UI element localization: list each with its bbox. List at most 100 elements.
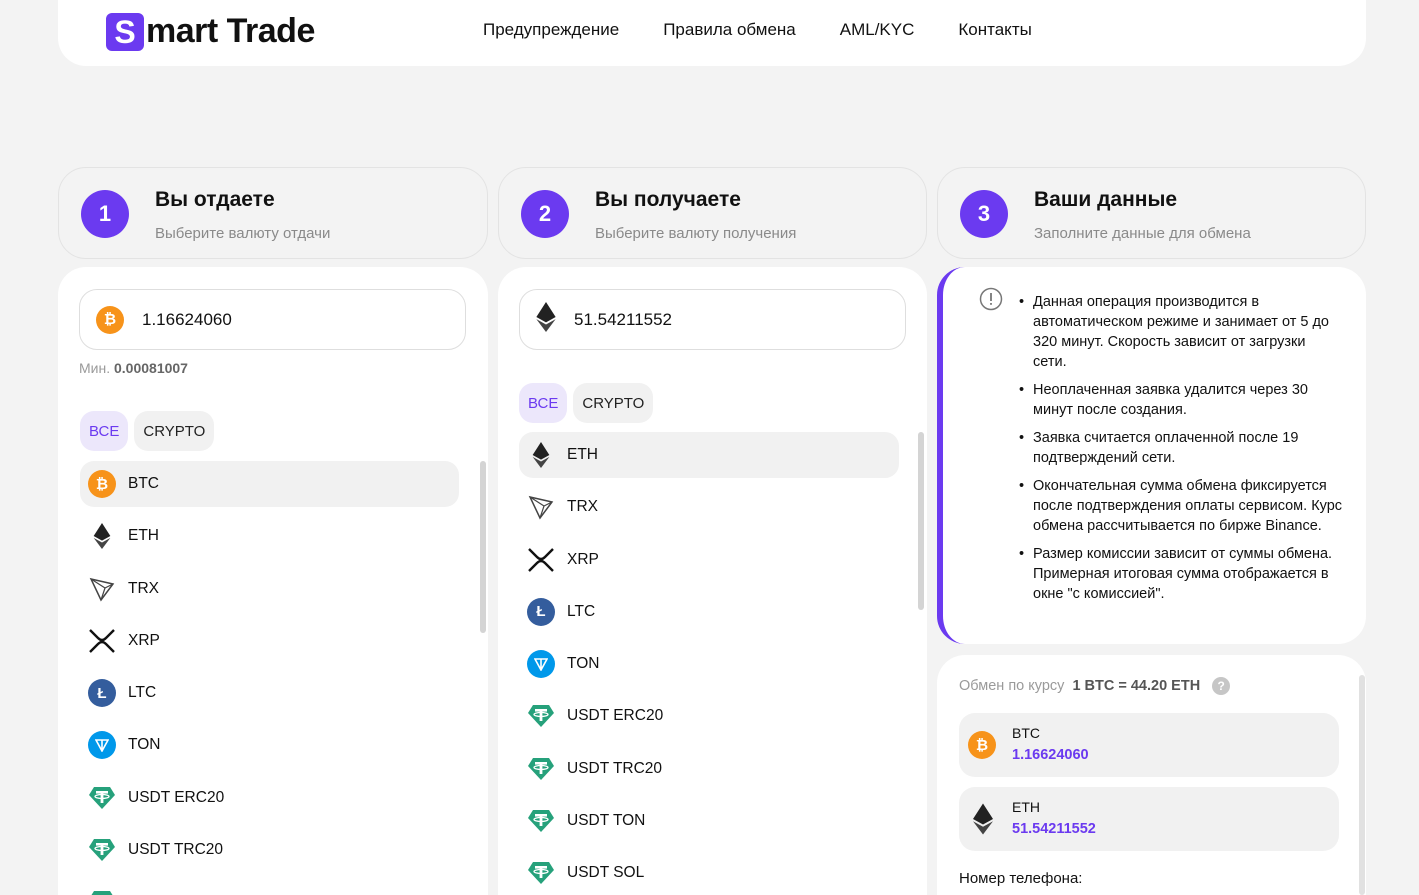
currency-label: USDT TRC20 [128,841,224,859]
summary-get: ETH 51.54211552 [959,787,1339,851]
exchange-summary: Обмен по курсу 1 BTC = 44.20 ETH ? ₿ BTC… [937,655,1366,895]
currency-label: TON [128,736,161,754]
min-amount: Мин. 0.00081007 [79,360,188,376]
step-subtitle: Выберите валюту получения [595,225,797,242]
currency-item-ltc[interactable]: Ł LTC [519,589,899,635]
step-title: Вы получаете [595,188,741,211]
currency-item-eth[interactable]: ETH [519,432,899,478]
rate-label: Обмен по курсу [959,678,1065,694]
ton-icon [527,650,555,679]
filter-crypto[interactable]: CRYPTO [573,383,654,423]
question-icon[interactable]: ? [1212,677,1231,695]
usdt-icon [527,755,555,783]
currency-label: TRX [128,579,159,597]
step-number: 3 [960,190,1008,238]
logo[interactable]: S mart Trade [106,12,315,51]
info-item: Данная операция производится в автоматич… [1019,292,1343,372]
currency-label: LTC [128,684,157,702]
currency-label: XRP [567,550,599,568]
currency-item-ton[interactable]: TON [519,641,899,687]
filter-all[interactable]: ВСЕ [519,383,568,423]
logo-mark: S [106,12,144,51]
get-list-scrollbar[interactable] [918,432,924,610]
min-value: 0.00081007 [114,360,188,376]
currency-item-xrp[interactable]: XRP [519,537,899,583]
phone-label: Номер телефона: [959,870,1083,887]
info-item: Заявка считается оплаченной после 19 под… [1019,428,1343,468]
eth-icon [88,522,116,550]
eth-icon [536,302,556,337]
summary-give-currency: BTC [1012,725,1040,741]
currency-item-usdt-ton[interactable]: USDT TON [519,798,899,844]
get-panel: 51.54211552 ВСЕ CRYPTO ETH TRX XRP Ł LTC… [498,267,927,895]
ltc-icon: Ł [527,597,555,626]
usdt-icon [88,784,116,812]
summary-get-currency: ETH [1012,799,1040,815]
currency-item-usdt-trc20[interactable]: USDT TRC20 [519,746,899,792]
currency-item-partial[interactable] [80,879,459,895]
currency-label: ETH [128,527,159,545]
step-get: 2 Вы получаете Выберите валюту получения [498,167,927,259]
step-data: 3 Ваши данные Заполните данные для обмен… [937,167,1366,259]
give-list-scrollbar[interactable] [480,461,486,633]
currency-label: ETH [567,446,598,463]
info-list: Данная операция производится в автоматич… [1019,292,1343,612]
step-number: 1 [81,190,129,238]
currency-label: USDT ERC20 [128,788,225,806]
nav-contacts[interactable]: Контакты [958,20,1031,40]
currency-item-trx[interactable]: TRX [519,484,899,530]
currency-item-usdt-sol[interactable]: USDT SOL [519,850,899,895]
usdt-icon [88,888,116,895]
currency-item-usdt-erc20[interactable]: USDT ERC20 [80,775,459,821]
summary-scrollbar[interactable] [1359,675,1365,895]
site-header: S mart Trade Предупреждение Правила обме… [58,0,1366,66]
currency-item-usdt-erc20[interactable]: USDT ERC20 [519,693,899,739]
xrp-icon [88,627,116,655]
currency-item-usdt-trc20[interactable]: USDT TRC20 [80,827,459,873]
btc-icon: ₿ [96,305,124,334]
give-amount-value: 1.16624060 [142,309,232,329]
logo-text: mart Trade [146,12,315,50]
eth-icon [527,441,555,469]
info-item: Неоплаченная заявка удалится через 30 ми… [1019,380,1343,420]
exclamation-icon [979,287,1003,311]
step-give: 1 Вы отдаете Выберите валюту отдачи [58,167,488,259]
currency-label: BTC [128,475,159,492]
usdt-icon [88,836,116,864]
step-title: Вы отдаете [155,188,275,211]
currency-label: LTC [567,602,596,620]
nav-aml-kyc[interactable]: AML/KYC [840,20,915,40]
summary-give: ₿ BTC 1.16624060 [959,713,1339,777]
currency-label: TRX [567,498,598,516]
currency-item-trx[interactable]: TRX [80,566,459,612]
info-notice: Данная операция производится в автоматич… [937,267,1366,644]
currency-label: USDT TON [567,812,646,830]
get-filter-chips: ВСЕ CRYPTO [519,383,654,423]
nav-warning[interactable]: Предупреждение [483,20,619,40]
filter-all[interactable]: ВСЕ [80,411,129,451]
nav-exchange-rules[interactable]: Правила обмена [663,20,796,40]
currency-item-ton[interactable]: TON [80,722,459,768]
give-amount-field[interactable]: ₿ 1.16624060 [79,289,466,350]
btc-icon: ₿ [968,731,996,759]
currency-item-eth[interactable]: ETH [80,513,459,559]
btc-icon: ₿ [88,470,116,498]
currency-label: USDT ERC20 [567,707,664,725]
info-item: Размер комиссии зависит от суммы обмена.… [1019,544,1343,604]
usdt-icon [527,702,555,730]
main-nav: Предупреждение Правила обмена AML/KYC Ко… [483,20,1032,40]
currency-item-btc[interactable]: ₿ BTC [80,461,459,507]
currency-item-ltc[interactable]: Ł LTC [80,670,459,716]
step-title: Ваши данные [1034,188,1178,211]
trx-icon [88,575,116,603]
get-amount-field[interactable]: 51.54211552 [519,289,906,350]
currency-label: XRP [128,631,160,649]
info-item: Окончательная сумма обмена фиксируется п… [1019,476,1343,536]
filter-crypto[interactable]: CRYPTO [134,411,215,451]
currency-label: USDT SOL [567,864,645,882]
exchange-rate: Обмен по курсу 1 BTC = 44.20 ETH ? [959,677,1231,695]
usdt-icon [527,859,555,887]
currency-item-xrp[interactable]: XRP [80,618,459,664]
min-label: Мин. [79,360,111,376]
currency-label: TON [567,655,600,673]
